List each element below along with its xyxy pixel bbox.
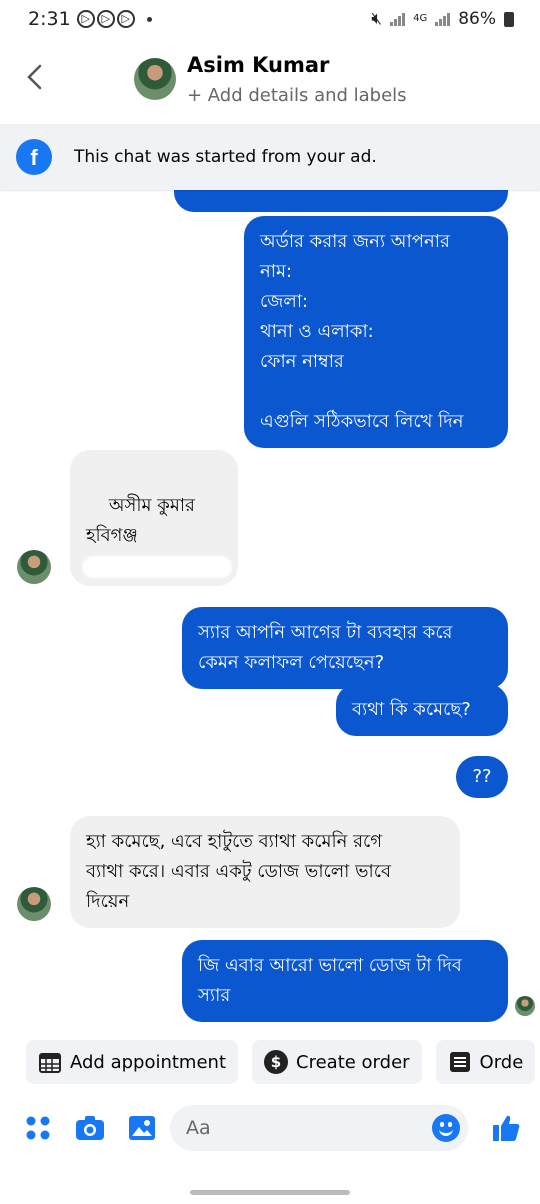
gallery-button[interactable] bbox=[126, 1112, 158, 1144]
status-bar: 2:31 ▷ ▷ ▷ 🔇︎ 4G 86% bbox=[0, 0, 540, 38]
message-bubble-outgoing[interactable]: ব্যথা কি কমেছে? bbox=[336, 684, 508, 736]
message-bubble-outgoing[interactable]: স্যার আপনি আগের টা ব্যবহার করে কেমন ফলাফ… bbox=[182, 607, 508, 689]
signal-icon bbox=[435, 12, 451, 26]
back-button[interactable] bbox=[24, 60, 54, 100]
orders-button[interactable]: Orde bbox=[435, 1040, 536, 1084]
message-thread[interactable]: অর্ডার করার জন্য আপনার নাম: জেলা: থানা ও… bbox=[0, 190, 540, 1028]
chevron-left-icon bbox=[27, 64, 42, 90]
add-appointment-button[interactable]: Add appointment bbox=[26, 1040, 239, 1084]
emoji-icon[interactable] bbox=[432, 1114, 460, 1142]
message-bubble-outgoing[interactable]: ?? bbox=[456, 756, 508, 798]
calendar-icon bbox=[38, 1050, 62, 1074]
orders-label: Orde bbox=[479, 1051, 524, 1073]
network-type: 4G bbox=[413, 13, 428, 24]
signal-icon bbox=[390, 12, 406, 26]
redacted-text bbox=[82, 556, 232, 578]
apps-icon bbox=[26, 1116, 50, 1140]
like-icon bbox=[493, 1115, 520, 1141]
battery-level: 86% bbox=[458, 9, 496, 29]
message-bubble-incoming[interactable]: হ্যা কমেছে, এবে হাটুতে ব্যাথা কমেনি রগে … bbox=[70, 816, 460, 928]
notification-icons: ▷ ▷ ▷ bbox=[76, 10, 135, 28]
sender-avatar[interactable] bbox=[17, 887, 51, 921]
contact-avatar[interactable] bbox=[134, 58, 176, 100]
message-bubble-partial bbox=[174, 190, 508, 212]
ad-banner: f This chat was started from your ad. bbox=[0, 124, 540, 190]
create-order-label: Create order bbox=[296, 1051, 410, 1073]
list-icon bbox=[448, 1050, 472, 1074]
message-input[interactable]: Aa bbox=[170, 1105, 468, 1151]
home-indicator[interactable] bbox=[190, 1190, 350, 1195]
seen-receipt-avatar bbox=[515, 996, 535, 1016]
contact-name[interactable]: Asim Kumar bbox=[187, 53, 329, 77]
quick-actions-bar[interactable]: Add appointment $ Create order Orde bbox=[0, 1040, 540, 1090]
message-bubble-outgoing[interactable]: অর্ডার করার জন্য আপনার নাম: জেলা: থানা ও… bbox=[244, 216, 508, 448]
apps-button[interactable] bbox=[22, 1112, 54, 1144]
facebook-icon: f bbox=[16, 139, 52, 175]
status-time: 2:31 bbox=[28, 8, 71, 30]
notification-icon: ▷ bbox=[96, 10, 115, 28]
chat-header: Asim Kumar + Add details and labels bbox=[0, 38, 540, 122]
camera-button[interactable] bbox=[74, 1112, 106, 1144]
create-order-button[interactable]: $ Create order bbox=[252, 1040, 422, 1084]
more-notifications-icon bbox=[146, 16, 152, 22]
composer: Aa bbox=[0, 1100, 540, 1160]
ad-banner-text: This chat was started from your ad. bbox=[74, 147, 377, 167]
dollar-icon: $ bbox=[264, 1050, 289, 1074]
add-details-link[interactable]: + Add details and labels bbox=[187, 85, 407, 106]
like-button[interactable] bbox=[490, 1112, 522, 1144]
camera-icon bbox=[76, 1116, 104, 1140]
add-appointment-label: Add appointment bbox=[70, 1051, 227, 1073]
battery-icon bbox=[504, 11, 514, 27]
notification-icon: ▷ bbox=[116, 10, 135, 28]
message-bubble-outgoing[interactable]: জি এবার আরো ভালো ডোজ টা দিব স্যার bbox=[182, 940, 508, 1022]
status-right: 🔇︎ 4G 86% bbox=[371, 9, 514, 29]
sender-avatar[interactable] bbox=[17, 550, 51, 584]
notification-icon: ▷ bbox=[76, 10, 95, 28]
message-bubble-incoming[interactable]: অসীম কুমার হবিগঞ্জ মাধবপুর থানা bbox=[70, 450, 238, 586]
mute-icon: 🔇︎ bbox=[371, 9, 383, 29]
gallery-icon bbox=[129, 1116, 155, 1140]
status-left: 2:31 ▷ ▷ ▷ bbox=[28, 8, 152, 30]
